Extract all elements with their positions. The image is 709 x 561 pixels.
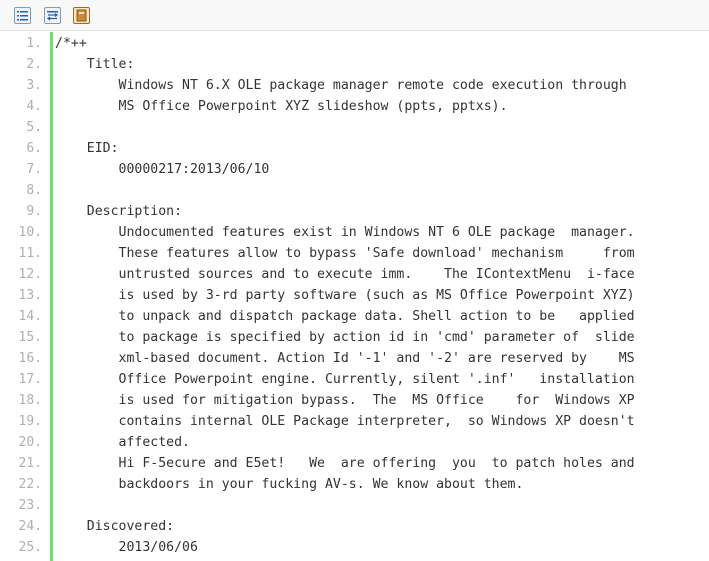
- line-number: 8.: [26, 183, 42, 198]
- line-number: 14.: [18, 309, 42, 324]
- line-number: 7.: [26, 162, 42, 177]
- code-line: 21. Hi F-5ecure and E5et! We are offerin…: [0, 453, 709, 474]
- code-line: 9. Description:: [0, 201, 709, 222]
- line-number: 11.: [18, 246, 42, 261]
- code-text: 00000217:2013/06/10: [55, 162, 270, 177]
- code-line: 19. contains internal OLE Package interp…: [0, 411, 709, 432]
- line-number: 22.: [18, 477, 42, 492]
- code-line: 11. These features allow to bypass 'Safe…: [0, 243, 709, 264]
- line-number: 19.: [18, 414, 42, 429]
- code-line: 16. xml-based document. Action Id '-1' a…: [0, 348, 709, 369]
- code-line: 15. to package is specified by action id…: [0, 327, 709, 348]
- code-text: Discovered:: [55, 519, 175, 534]
- code-text: untrusted sources and to execute imm. Th…: [55, 267, 635, 282]
- line-number: 10.: [18, 225, 42, 240]
- line-number: 24.: [18, 519, 42, 534]
- code-text: Office Powerpoint engine. Currently, sil…: [55, 372, 635, 387]
- code-line: 6. EID:: [0, 138, 709, 159]
- line-number: 17.: [18, 372, 42, 387]
- code-line: 1. /*++: [0, 33, 709, 54]
- code-line: 24. Discovered:: [0, 516, 709, 537]
- code-line: 17. Office Powerpoint engine. Currently,…: [0, 369, 709, 390]
- code-text: Hi F-5ecure and E5et! We are offering yo…: [55, 456, 635, 471]
- line-number: 12.: [18, 267, 42, 282]
- code-line: 25. 2013/06/06: [0, 537, 709, 558]
- line-number: 23.: [18, 498, 42, 513]
- line-number: 13.: [18, 288, 42, 303]
- code-line: 5.: [0, 117, 709, 138]
- line-number: 15.: [18, 330, 42, 345]
- line-number: 2.: [26, 57, 42, 72]
- code-line: 3. Windows NT 6.X OLE package manager re…: [0, 75, 709, 96]
- code-line: 10. Undocumented features exist in Windo…: [0, 222, 709, 243]
- code-text: Title:: [55, 57, 135, 72]
- code-text: /*++: [55, 36, 87, 51]
- line-number: 3.: [26, 78, 42, 93]
- code-line: 8.: [0, 180, 709, 201]
- line-number: 20.: [18, 435, 42, 450]
- code-text: EID:: [55, 141, 119, 156]
- line-number: 18.: [18, 393, 42, 408]
- code-text: to package is specified by action id in …: [55, 330, 635, 345]
- code-text: Windows NT 6.X OLE package manager remot…: [55, 78, 627, 93]
- code-line: 13. is used by 3-rd party software (such…: [0, 285, 709, 306]
- code-viewer: 1./*++ 2. Title: 3. Windows NT 6.X OLE pac…: [0, 32, 709, 561]
- print-icon[interactable]: [73, 7, 90, 24]
- line-number: 21.: [18, 456, 42, 471]
- code-text: Description:: [55, 204, 183, 219]
- code-text: is used for mitigation bypass. The MS Of…: [55, 393, 635, 408]
- line-number: 16.: [18, 351, 42, 366]
- code-line: 14. to unpack and dispatch package data.…: [0, 306, 709, 327]
- code-toolbar: [0, 0, 709, 31]
- code-text: is used by 3-rd party software (such as …: [55, 288, 635, 303]
- code-text: 2013/06/06: [55, 540, 198, 555]
- code-text: Undocumented features exist in Windows N…: [55, 225, 635, 240]
- code-line: 7. 00000217:2013/06/10: [0, 159, 709, 180]
- code-text: MS Office Powerpoint XYZ slideshow (ppts…: [55, 99, 508, 114]
- code-line: 18. is used for mitigation bypass. The M…: [0, 390, 709, 411]
- line-number: 9.: [26, 204, 42, 219]
- line-number: 1.: [26, 36, 42, 51]
- code-text: These features allow to bypass 'Safe dow…: [55, 246, 635, 261]
- code-line: 2. Title:: [0, 54, 709, 75]
- code-text: contains internal OLE Package interprete…: [55, 414, 635, 429]
- code-line: 22. backdoors in your fucking AV-s. We k…: [0, 474, 709, 495]
- code-line: 4. MS Office Powerpoint XYZ slideshow (p…: [0, 96, 709, 117]
- line-number: 6.: [26, 141, 42, 156]
- code-text: affected.: [55, 435, 190, 450]
- copy-to-clipboard-icon[interactable]: [44, 7, 61, 24]
- line-number: 4.: [26, 99, 42, 114]
- line-number: 25.: [18, 540, 42, 555]
- view-source-icon[interactable]: [14, 7, 31, 24]
- code-line: 20. affected.: [0, 432, 709, 453]
- code-text: to unpack and dispatch package data. She…: [55, 309, 635, 324]
- code-line: 12. untrusted sources and to execute imm…: [0, 264, 709, 285]
- line-number: 5.: [26, 120, 42, 135]
- code-line: 23.: [0, 495, 709, 516]
- code-text: xml-based document. Action Id '-1' and '…: [55, 351, 635, 366]
- code-text: backdoors in your fucking AV-s. We know …: [55, 477, 524, 492]
